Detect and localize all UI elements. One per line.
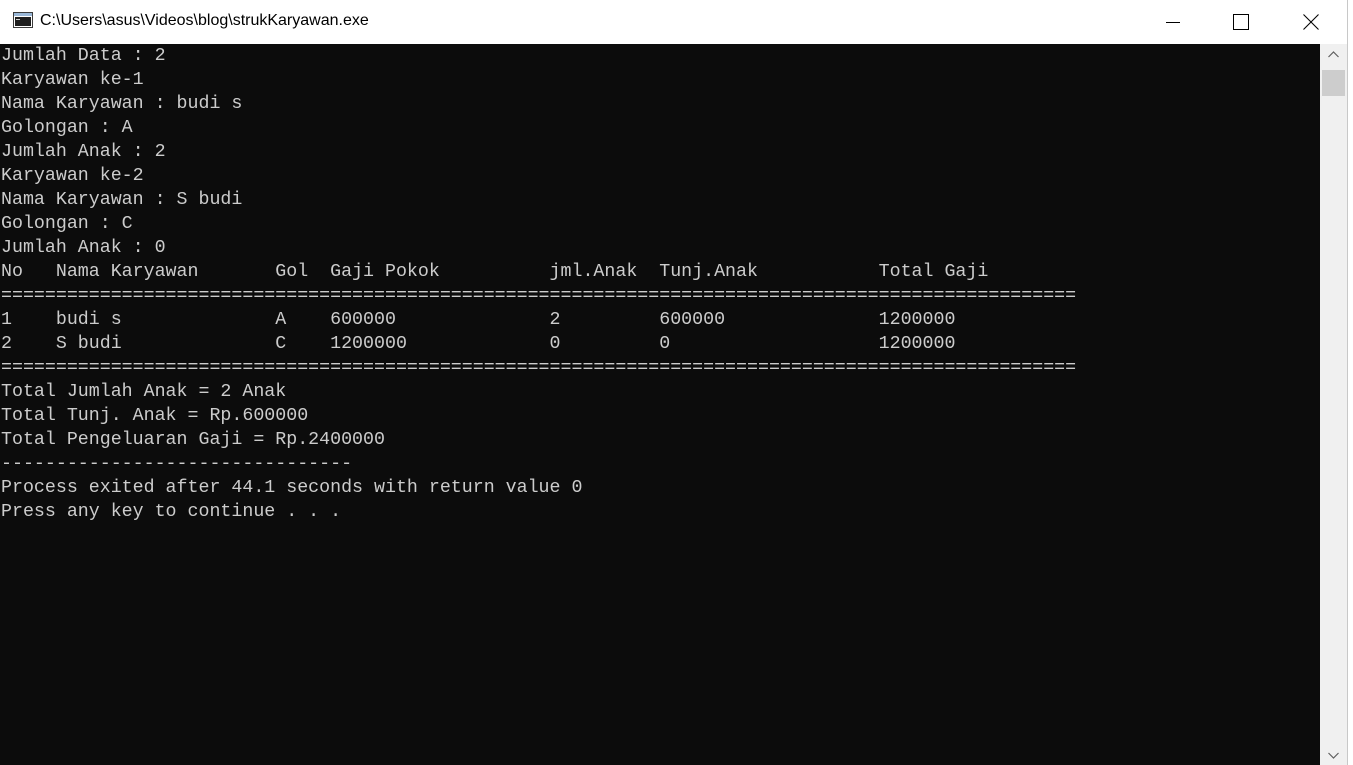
minimize-icon — [1166, 22, 1180, 23]
scroll-thumb[interactable] — [1322, 70, 1345, 96]
console-line: Karyawan ke-2 — [1, 166, 144, 186]
console-line: Nama Karyawan : budi s — [1, 94, 243, 114]
scroll-up-button[interactable] — [1320, 44, 1347, 64]
summary-line: Total Pengeluaran Gaji = Rp.2400000 — [1, 430, 385, 450]
console-line: Golongan : C — [1, 214, 133, 234]
console-lines: Jumlah Data : 2 Karyawan ke-1 Nama Karya… — [1, 44, 1076, 524]
minimize-button[interactable] — [1150, 0, 1196, 44]
console-app-icon[interactable] — [13, 12, 33, 28]
scroll-down-button[interactable] — [1320, 745, 1347, 765]
table-row: 2 S budi C 1200000 0 0 1200000 — [1, 334, 956, 354]
table-row: 1 budi s A 600000 2 600000 1200000 — [1, 310, 956, 330]
summary-line: Total Jumlah Anak = 2 Anak — [1, 382, 287, 402]
console-line: Jumlah Anak : 2 — [1, 142, 166, 162]
console-line: Jumlah Data : 2 — [1, 46, 166, 66]
vertical-scrollbar[interactable] — [1320, 44, 1347, 765]
close-button[interactable] — [1288, 0, 1334, 44]
dash-separator: -------------------------------- — [1, 454, 353, 474]
summary-line: Total Tunj. Anak = Rp.600000 — [1, 406, 309, 426]
window-title: C:\Users\asus\Videos\blog\strukKaryawan.… — [40, 12, 369, 29]
chevron-up-icon — [1328, 50, 1339, 57]
console-line: Golongan : A — [1, 118, 133, 138]
maximize-button[interactable] — [1218, 0, 1264, 44]
console-line: Jumlah Anak : 0 — [1, 238, 166, 258]
table-separator: ========================================… — [1, 358, 1077, 378]
press-key-prompt: Press any key to continue . . . — [1, 502, 342, 522]
maximize-icon — [1233, 14, 1249, 30]
chevron-down-icon — [1328, 752, 1339, 759]
table-header: No Nama Karyawan Gol Gaji Pokok jml.Anak… — [1, 262, 989, 282]
close-icon — [1303, 14, 1319, 30]
table-separator: ========================================… — [1, 286, 1077, 306]
console-line: Nama Karyawan : S budi — [1, 190, 243, 210]
title-bar[interactable]: C:\Users\asus\Videos\blog\strukKaryawan.… — [0, 0, 1347, 44]
console-output[interactable]: Jumlah Data : 2 Karyawan ke-1 Nama Karya… — [0, 44, 1320, 765]
console-window: C:\Users\asus\Videos\blog\strukKaryawan.… — [0, 0, 1348, 765]
console-line: Karyawan ke-1 — [1, 70, 144, 90]
process-exit-message: Process exited after 44.1 seconds with r… — [1, 478, 583, 498]
